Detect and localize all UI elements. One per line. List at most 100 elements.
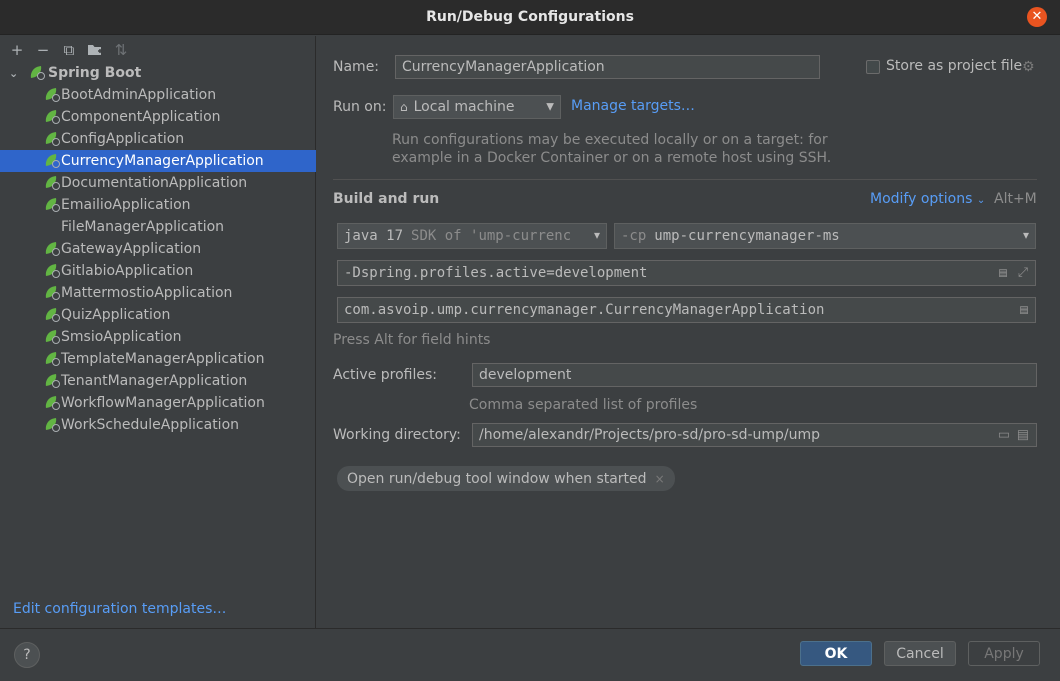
- spring-boot-icon: [44, 396, 61, 410]
- spring-boot-icon: [44, 110, 61, 124]
- tree-item[interactable]: BootAdminApplication: [0, 84, 316, 106]
- spring-boot-icon: [44, 242, 61, 256]
- name-label: Name:: [333, 59, 380, 75]
- section-separator: [333, 179, 1037, 180]
- spring-boot-icon: [44, 374, 61, 388]
- manage-targets-link[interactable]: Manage targets…: [571, 98, 695, 114]
- remove-icon[interactable]: −: [32, 40, 54, 60]
- cancel-button[interactable]: Cancel: [884, 641, 956, 666]
- configurations-panel: + − ⧉ ⇅ ⌄ Spring Boot BootAdminApplicati…: [0, 36, 316, 628]
- close-icon[interactable]: ×: [655, 472, 665, 486]
- tree-item-label: ConfigApplication: [61, 131, 185, 147]
- tree-item-label: EmailioApplication: [61, 197, 191, 213]
- tree-group-label: Spring Boot: [48, 65, 142, 81]
- add-icon[interactable]: +: [6, 40, 28, 60]
- modify-options-link[interactable]: Modify options ⌄: [870, 191, 985, 207]
- tree-item-label: GatewayApplication: [61, 241, 202, 257]
- tree-item-label: MattermostioApplication: [61, 285, 233, 301]
- spring-boot-icon: [44, 264, 61, 278]
- tree-item[interactable]: DocumentationApplication: [0, 172, 316, 194]
- spring-boot-icon: [44, 308, 61, 322]
- working-directory-label: Working directory:: [333, 427, 461, 443]
- document-icon[interactable]: ▤: [999, 266, 1007, 281]
- new-folder-icon[interactable]: [84, 40, 106, 60]
- active-profiles-label: Active profiles:: [333, 367, 437, 383]
- tree-item[interactable]: TemplateManagerApplication: [0, 348, 316, 370]
- tree-item[interactable]: QuizApplication: [0, 304, 316, 326]
- open-tool-window-chip[interactable]: Open run/debug tool window when started …: [337, 466, 675, 491]
- document-icon[interactable]: ▤: [1017, 428, 1029, 443]
- sort-icon[interactable]: ⇅: [110, 40, 132, 60]
- jdk-dropdown[interactable]: java 17 SDK of 'ump-currenc ▼: [337, 223, 607, 249]
- tree-item[interactable]: ConfigApplication: [0, 128, 316, 150]
- configuration-form: Name: CurrencyManagerApplication Store a…: [317, 36, 1060, 628]
- tree-item-label: TemplateManagerApplication: [61, 351, 265, 367]
- active-profiles-value: development: [479, 367, 572, 383]
- tree-item-label: CurrencyManagerApplication: [61, 153, 264, 169]
- expand-icon[interactable]: ⤢: [1018, 266, 1028, 281]
- tree-item-label: DocumentationApplication: [61, 175, 248, 191]
- edit-templates-link[interactable]: Edit configuration templates…: [13, 601, 226, 617]
- tree-item[interactable]: SmsioApplication: [0, 326, 316, 348]
- field-hints-text: Press Alt for field hints: [333, 332, 491, 348]
- tree-item[interactable]: CurrencyManagerApplication: [0, 150, 316, 172]
- chevron-down-icon: ⌄: [976, 195, 986, 206]
- working-directory-input[interactable]: /home/alexandr/Projects/pro-sd/pro-sd-um…: [472, 423, 1037, 447]
- tree-item[interactable]: TenantManagerApplication: [0, 370, 316, 392]
- spring-boot-icon: [44, 176, 61, 190]
- close-button[interactable]: ✕: [1027, 7, 1047, 27]
- apply-button[interactable]: Apply: [968, 641, 1040, 666]
- jdk-value: SDK of 'ump-currenc: [411, 228, 572, 244]
- tree-item[interactable]: MattermostioApplication: [0, 282, 316, 304]
- configuration-tree: ⌄ Spring Boot BootAdminApplication Compon…: [0, 62, 316, 436]
- tree-group-spring-boot[interactable]: ⌄ Spring Boot: [0, 62, 316, 84]
- dialog-footer: ? OK Cancel Apply: [0, 628, 1060, 681]
- spring-boot-icon: [44, 132, 61, 146]
- copy-icon[interactable]: ⧉: [58, 40, 80, 60]
- active-profiles-input[interactable]: development: [472, 363, 1037, 387]
- tree-item[interactable]: WorkflowManagerApplication: [0, 392, 316, 414]
- chevron-down-icon: ▼: [1022, 230, 1029, 242]
- store-project-file-label[interactable]: Store as project file: [886, 58, 1022, 74]
- document-icon[interactable]: ▤: [1020, 303, 1028, 318]
- main-class-input[interactable]: com.asvoip.ump.currencymanager.CurrencyM…: [337, 297, 1036, 323]
- vm-options-input[interactable]: -Dspring.profiles.active=development ▤ ⤢: [337, 260, 1036, 286]
- gear-icon[interactable]: ⚙: [1022, 59, 1035, 75]
- tree-item[interactable]: EmailioApplication: [0, 194, 316, 216]
- tree-item[interactable]: GatewayApplication: [0, 238, 316, 260]
- run-on-hint-line-1: Run configurations may be executed local…: [392, 132, 828, 148]
- name-input[interactable]: CurrencyManagerApplication: [395, 55, 820, 79]
- store-project-file-checkbox[interactable]: [866, 60, 880, 74]
- run-on-dropdown[interactable]: ⌂ Local machine ▼: [393, 95, 561, 119]
- tree-toolbar: + − ⧉ ⇅: [6, 40, 132, 60]
- name-value: CurrencyManagerApplication: [402, 59, 605, 75]
- spring-boot-icon: [44, 88, 61, 102]
- tree-item[interactable]: FileManagerApplication: [0, 216, 316, 238]
- chevron-down-icon[interactable]: ⌄: [9, 67, 21, 80]
- jdk-version: java 17: [344, 228, 404, 244]
- title-bar: Run/Debug Configurations ✕: [0, 0, 1060, 35]
- tree-item-label: QuizApplication: [61, 307, 171, 323]
- vm-options-value: -Dspring.profiles.active=development: [344, 265, 648, 281]
- modify-options-label: Modify options: [870, 191, 973, 207]
- chevron-down-icon: ▼: [546, 101, 554, 113]
- tree-item[interactable]: WorkScheduleApplication: [0, 414, 316, 436]
- tree-item[interactable]: ComponentApplication: [0, 106, 316, 128]
- cp-prefix: -cp: [621, 228, 647, 244]
- tree-item-label: FileManagerApplication: [61, 219, 225, 235]
- tree-item[interactable]: GitlabioApplication: [0, 260, 316, 282]
- tree-item-label: GitlabioApplication: [61, 263, 194, 279]
- ok-button[interactable]: OK: [800, 641, 872, 666]
- window-title: Run/Debug Configurations: [426, 9, 634, 25]
- folder-icon[interactable]: ▭: [998, 428, 1010, 443]
- main-class-value: com.asvoip.ump.currencymanager.CurrencyM…: [344, 302, 825, 318]
- spring-boot-icon: [44, 154, 61, 168]
- spring-boot-icon: [44, 330, 61, 344]
- spring-boot-icon: [29, 66, 46, 80]
- help-button[interactable]: ?: [14, 642, 40, 668]
- run-on-hint-line-2: example in a Docker Container or on a re…: [392, 150, 832, 166]
- modify-options-shortcut: Alt+M: [994, 191, 1037, 207]
- tree-item-label: TenantManagerApplication: [61, 373, 248, 389]
- active-profiles-hint: Comma separated list of profiles: [469, 397, 698, 413]
- classpath-dropdown[interactable]: -cp ump-currencymanager-ms ▼: [614, 223, 1036, 249]
